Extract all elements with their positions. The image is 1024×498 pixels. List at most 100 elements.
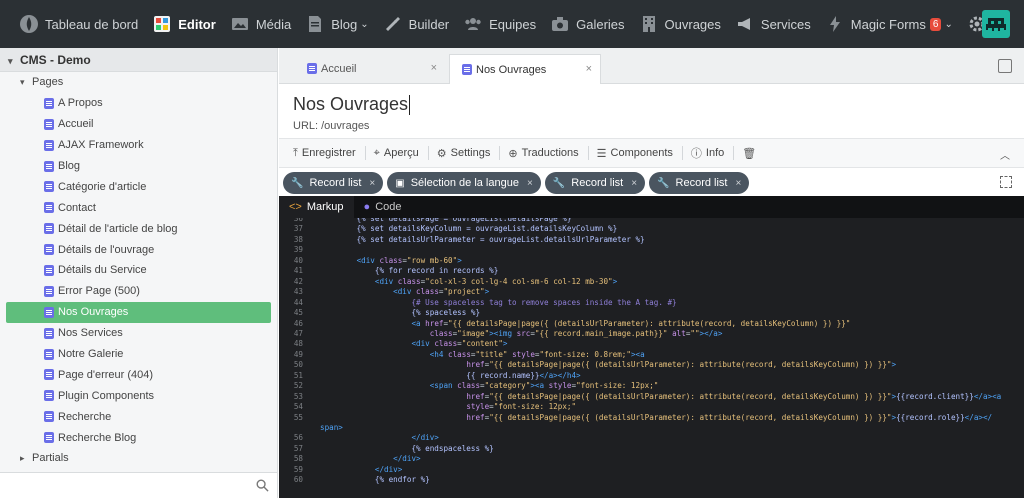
nav-item-galeries[interactable]: Galeries [543, 0, 631, 48]
page-item-label: Recherche Blog [58, 431, 137, 444]
nav-label: Ouvrages [664, 16, 721, 32]
code-area[interactable]: 36 {% set detailsPage = ouvrageList.deta… [279, 218, 1024, 498]
close-icon[interactable]: × [586, 63, 592, 75]
component-chip-label: Record list [571, 177, 624, 189]
translations-button[interactable]: ⊕ Traductions [508, 146, 589, 160]
line-number: 47 [293, 328, 303, 338]
page-item[interactable]: Notre Galerie [0, 344, 277, 365]
preview-button[interactable]: ⌖ Aperçu [374, 146, 429, 160]
close-icon[interactable]: × [736, 178, 742, 189]
nav-label: Editor [178, 16, 216, 32]
line-number: 46 [293, 318, 303, 328]
tab-accueil[interactable]: Accueil × [295, 54, 445, 84]
tab-markup[interactable]: <> Markup [279, 196, 354, 218]
line-number: 45 [293, 308, 303, 318]
page-item[interactable]: Blog [0, 156, 277, 177]
component-chip-label: Sélection de la langue [410, 177, 519, 189]
nav-item-preview[interactable] [1016, 0, 1024, 48]
line-number: 41 [293, 266, 303, 276]
code-text: <div class="project"> [393, 287, 490, 297]
cloud-upload-icon: ⤒ [293, 146, 298, 159]
code-text: <div class="row mb-60"> [356, 255, 462, 265]
page-item[interactable]: Contact [0, 197, 277, 218]
url-label: URL: [293, 120, 319, 132]
top-navigation: Tableau de bord Editor Média Blog ⌄ Builder Eq… [0, 0, 1024, 48]
page-title: Nos Ouvrages [293, 94, 409, 114]
components-bar: 🔧 Record list × ▣ Sélection de la langue × 🔧 Re… [279, 168, 1024, 198]
nav-item-equipes[interactable]: Equipes [456, 0, 543, 48]
expand-icon[interactable] [1000, 176, 1012, 188]
nav-item-tableau-de-bord[interactable]: Tableau de bord [12, 0, 145, 48]
settings-button[interactable]: ⚙ Settings [437, 146, 501, 160]
page-item[interactable]: Page d'erreur (404) [0, 364, 277, 385]
info-button[interactable]: ⓘ Info [690, 146, 735, 160]
page-item[interactable]: Détail de l'article de blog [0, 218, 277, 239]
page-item[interactable]: Détails de l'ouvrage [0, 239, 277, 260]
component-chip[interactable]: 🔧 Record list × [283, 172, 384, 194]
close-icon[interactable]: × [527, 178, 533, 189]
page-item[interactable]: Recherche [0, 406, 277, 427]
page-item[interactable]: Accueil [0, 114, 277, 135]
save-button[interactable]: ⤒ Enregistrer [293, 146, 366, 160]
page-item[interactable]: Error Page (500) [0, 281, 277, 302]
folder-partials[interactable]: ▸ Partials [0, 448, 277, 469]
nav-item-builder[interactable]: Builder [376, 0, 456, 48]
page-item[interactable]: Catégorie d'article [0, 176, 277, 197]
nav-item-magic-forms[interactable]: Magic Forms 6 ⌄ [818, 0, 960, 48]
line-number: 50 [293, 360, 303, 370]
gear-icon: ⚙ [436, 147, 447, 160]
page-item[interactable]: A Propos [0, 93, 277, 114]
nav-item-services[interactable]: Services [728, 0, 818, 48]
sidebar-header[interactable]: ▾ CMS - Demo [0, 48, 277, 72]
line-number: 49 [293, 349, 303, 359]
preview-label: Aperçu [383, 147, 419, 159]
user-avatar[interactable] [982, 10, 1010, 38]
page-item[interactable]: Nos Ouvrages [6, 301, 271, 323]
page-item[interactable]: Recherche Blog [0, 427, 277, 448]
close-icon[interactable]: × [431, 62, 437, 74]
chevron-up-icon[interactable]: ︿ [1000, 147, 1010, 162]
page-item[interactable]: Plugin Components [0, 385, 277, 406]
page-icon [44, 181, 54, 193]
nav-item-editor[interactable]: Editor [145, 0, 223, 48]
page-item-label: Blog [58, 160, 81, 172]
tab-label: Nos Ouvrages [476, 64, 547, 76]
main-editor-area: Accueil × Nos Ouvrages × Nos Ouvrages UR… [279, 48, 1024, 498]
globe-icon: ⊕ [508, 147, 518, 160]
info-icon: ⓘ [690, 148, 702, 160]
page-item-label: Catégorie d'article [58, 180, 147, 193]
line-number: 57 [293, 443, 303, 453]
nav-label: Blog [331, 16, 358, 32]
code-line: 48 <div class="content"> [279, 339, 1024, 349]
code-editor[interactable]: <> Markup ● Code 36 {% set detailsPage = o… [279, 196, 1024, 498]
tab-nos-ouvrages[interactable]: Nos Ouvrages × [449, 54, 601, 85]
components-button[interactable]: ☰ Components [597, 146, 683, 160]
page-title-input[interactable]: Nos Ouvrages [293, 94, 411, 116]
folder-pages[interactable]: ▾ Pages [0, 72, 277, 93]
fullscreen-icon[interactable] [998, 59, 1012, 73]
line-number: 53 [293, 391, 303, 401]
nav-item-m-dia[interactable]: Média [223, 0, 298, 48]
page-item[interactable]: AJAX Framework [0, 135, 277, 156]
page-url[interactable]: URL: /ouvrages [293, 120, 369, 132]
code-text: style="font-size: 12px;" [466, 402, 577, 412]
page-item-label: Détails de l'ouvrage [58, 243, 155, 256]
nav-item-blog[interactable]: Blog ⌄ [298, 0, 375, 48]
sidebar-search-input[interactable] [0, 472, 277, 498]
close-icon[interactable]: × [369, 178, 375, 189]
page-item[interactable]: Nos Services [0, 323, 277, 344]
component-chip[interactable]: 🔧 Record list × [544, 172, 646, 194]
components-label: Components [610, 147, 673, 159]
crosshair-icon: ⌖ [373, 146, 380, 159]
component-chip[interactable]: 🔧 Record list × [649, 172, 750, 194]
page-item[interactable]: Détails du Service [0, 260, 277, 281]
code-text: </div> [411, 433, 439, 443]
close-icon[interactable]: × [631, 178, 637, 189]
delete-button[interactable]: 🗑 [742, 146, 769, 160]
tab-code[interactable]: ● Code [354, 196, 412, 218]
component-chip[interactable]: ▣ Sélection de la langue × [387, 172, 541, 194]
nav-item-ouvrages[interactable]: Ouvrages [632, 0, 728, 48]
url-value: /ouvrages [321, 120, 370, 132]
page-icon [462, 64, 472, 75]
page-item-label: Nos Services [58, 327, 123, 340]
